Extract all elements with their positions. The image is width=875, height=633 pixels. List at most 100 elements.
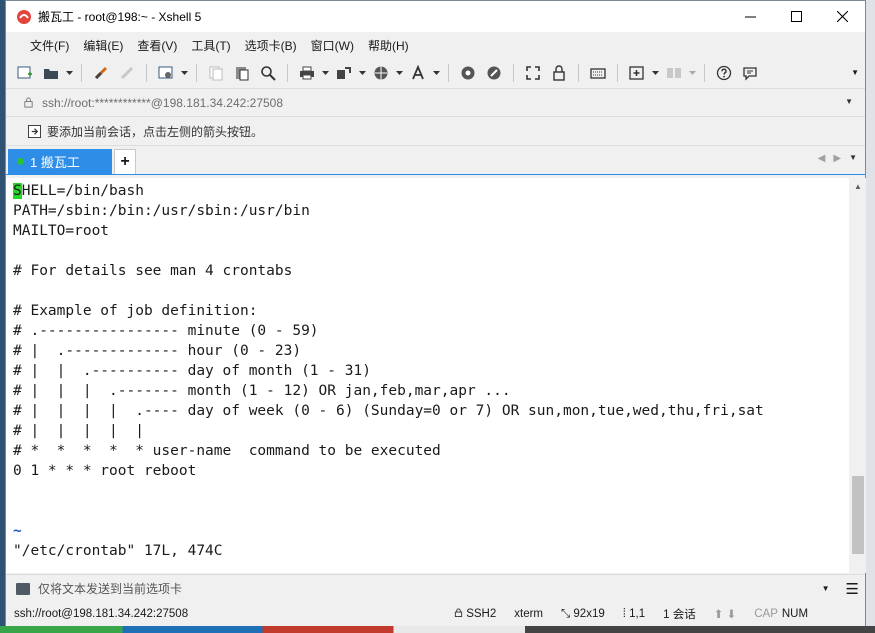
tab-list-icon[interactable]: ▼ xyxy=(849,153,857,164)
terminal-cursor: S xyxy=(13,183,22,199)
transfer-dropdown[interactable] xyxy=(359,62,366,84)
compose-dropdown-icon[interactable]: ▼ xyxy=(822,584,830,593)
help-button[interactable] xyxy=(713,62,735,84)
add-tab-button[interactable]: + xyxy=(114,149,136,174)
menu-help[interactable]: 帮助(H) xyxy=(361,37,416,54)
font-dropdown[interactable] xyxy=(433,62,440,84)
tab-session-1[interactable]: 1 搬瓦工 xyxy=(8,149,112,174)
transfer-button[interactable] xyxy=(333,62,355,84)
keyboard-button[interactable] xyxy=(587,62,609,84)
compose-bar: 仅将文本发送到当前选项卡 ▼ ☰ xyxy=(6,574,865,602)
minimize-button[interactable] xyxy=(727,1,773,32)
desktop-background-right xyxy=(866,0,875,633)
menu-file[interactable]: 文件(F) xyxy=(23,37,76,54)
xshell-icon xyxy=(461,66,475,80)
terminal-line: # * * * * * user-name command to be exec… xyxy=(13,443,441,459)
toolbar-divider xyxy=(196,64,197,82)
scroll-up-icon[interactable]: ▲ xyxy=(850,178,866,195)
lock-icon xyxy=(454,608,463,617)
layout-icon xyxy=(667,68,681,78)
tab-next-icon[interactable]: ▶ xyxy=(833,153,841,164)
fullscreen-button[interactable] xyxy=(522,62,544,84)
xftp-button[interactable] xyxy=(483,62,505,84)
status-num: NUM xyxy=(781,608,809,620)
terminal-output[interactable]: SHELL=/bin/bash PATH=/sbin:/bin:/usr/sbi… xyxy=(6,178,849,573)
feedback-button[interactable] xyxy=(739,62,761,84)
close-button[interactable] xyxy=(819,1,865,32)
paste-button[interactable] xyxy=(231,62,253,84)
lock-button[interactable] xyxy=(548,62,570,84)
terminal-line: 0 1 * * * root reboot xyxy=(13,463,197,479)
compose-input[interactable]: 仅将文本发送到当前选项卡 xyxy=(38,580,822,597)
tab-bar: 1 搬瓦工 + ◀ ▶ ▼ xyxy=(6,146,865,175)
toolbar-overflow-icon[interactable]: ▼ xyxy=(851,68,859,77)
script-dropdown[interactable] xyxy=(396,62,403,84)
layout-dropdown[interactable] xyxy=(689,62,696,84)
tab-prev-icon[interactable]: ◀ xyxy=(818,153,826,164)
properties-button[interactable] xyxy=(155,62,177,84)
properties-dropdown[interactable] xyxy=(181,62,188,84)
print-icon xyxy=(300,66,314,80)
disconnect-button[interactable] xyxy=(116,62,138,84)
find-button[interactable] xyxy=(257,62,279,84)
add-tab-icon xyxy=(629,66,644,80)
new-tab-dropdown[interactable] xyxy=(652,62,659,84)
new-session-button[interactable] xyxy=(14,62,36,84)
link-bar-hint: 要添加当前会话，点击左侧的箭头按钮。 xyxy=(47,124,264,139)
add-to-links-icon[interactable] xyxy=(28,124,41,138)
maximize-button[interactable] xyxy=(773,1,819,32)
paste-icon xyxy=(236,67,249,81)
status-bar: ssh://root@198.181.34.242:27508 SSH2 xte… xyxy=(6,602,865,626)
menu-icon[interactable]: ☰ xyxy=(846,580,859,598)
xshell-button[interactable] xyxy=(457,62,479,84)
script-button[interactable] xyxy=(370,62,392,84)
toolbar-divider xyxy=(704,64,705,82)
toolbar-divider xyxy=(617,64,618,82)
terminal-line: SHELL=/bin/bash xyxy=(13,183,144,199)
terminal-line: # | | .---------- day of month (1 - 31) xyxy=(13,363,371,379)
terminal-line: ~ xyxy=(13,523,22,539)
terminal-line: # | .------------- hour (0 - 23) xyxy=(13,343,302,359)
menu-edit[interactable]: 编辑(E) xyxy=(76,37,130,54)
font-button[interactable] xyxy=(407,62,429,84)
properties-icon xyxy=(158,66,173,79)
terminal-scrollbar[interactable]: ▲ xyxy=(850,178,866,573)
window-title: 搬瓦工 - root@198:~ - Xshell 5 xyxy=(38,10,202,24)
font-icon xyxy=(412,65,424,80)
disconnect-icon xyxy=(120,66,134,80)
terminal-line: # For details see man 4 crontabs xyxy=(13,263,293,279)
address-input[interactable]: ssh://root:************@198.181.34.242:2… xyxy=(23,92,853,113)
address-dropdown-icon[interactable]: ▼ xyxy=(845,97,853,106)
tab-navigation: ◀ ▶ ▼ xyxy=(818,153,857,164)
toolbar-divider xyxy=(578,64,579,82)
copy-button[interactable] xyxy=(205,62,227,84)
chevron-down-icon xyxy=(652,71,659,75)
print-button[interactable] xyxy=(296,62,318,84)
print-dropdown[interactable] xyxy=(322,62,329,84)
menu-window[interactable]: 窗口(W) xyxy=(304,37,361,54)
menu-view[interactable]: 查看(V) xyxy=(130,37,184,54)
cursor-position-icon: ⁞ xyxy=(622,608,626,620)
address-bar: ssh://root:************@198.181.34.242:2… xyxy=(6,89,865,117)
new-tab-button[interactable] xyxy=(626,62,648,84)
menu-tabs[interactable]: 选项卡(B) xyxy=(238,37,304,54)
open-session-button[interactable] xyxy=(40,62,62,84)
transfer-icon xyxy=(337,67,351,79)
reconnect-button[interactable] xyxy=(90,62,112,84)
plus-icon: + xyxy=(120,153,130,170)
folder-icon xyxy=(44,69,58,79)
status-protocol: SSH2 xyxy=(454,608,496,620)
layout-button[interactable] xyxy=(663,62,685,84)
toolbar-divider xyxy=(146,64,147,82)
lock-icon xyxy=(553,65,565,81)
open-session-dropdown[interactable] xyxy=(66,62,73,84)
close-icon xyxy=(836,11,848,22)
menu-bar: 文件(F) 编辑(E) 查看(V) 工具(T) 选项卡(B) 窗口(W) 帮助(… xyxy=(6,32,865,58)
scrollbar-thumb[interactable] xyxy=(852,476,864,554)
xshell-app-icon xyxy=(17,9,31,24)
compose-icon[interactable] xyxy=(16,582,30,595)
menu-tools[interactable]: 工具(T) xyxy=(184,37,237,54)
